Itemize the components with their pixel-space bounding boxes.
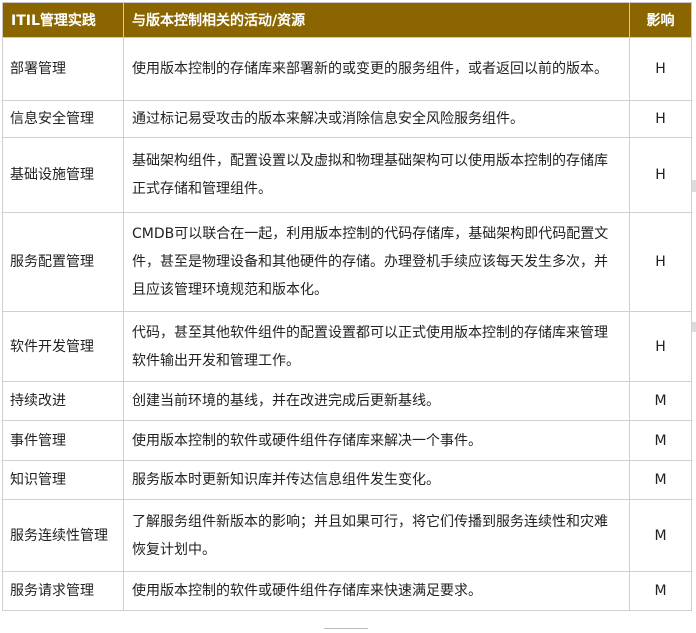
page-bottom-mark	[324, 628, 368, 633]
table-row: 服务连续性管理 了解服务组件新版本的影响；并且如果可行，将它们传播到服务连续性和…	[2, 499, 692, 572]
activity-cell: 基础架构组件，配置设置以及虚拟和物理基础架构可以使用版本控制的存储库正式存储和管…	[123, 137, 630, 213]
table-row: 知识管理 服务版本时更新知识库并传达信息组件发生变化。 M	[2, 460, 692, 500]
header-impact: 影响	[629, 2, 692, 38]
practice-cell: 知识管理	[2, 460, 124, 500]
table-header: ITIL管理实践 与版本控制相关的活动/资源 影响	[2, 2, 692, 38]
impact-cell: H	[629, 137, 692, 213]
impact-cell: M	[629, 499, 692, 572]
practice-cell: 服务连续性管理	[2, 499, 124, 572]
table-row: 事件管理 使用版本控制的软件或硬件组件存储库来解决一个事件。 M	[2, 420, 692, 461]
table-row: 基础设施管理 基础架构组件，配置设置以及虚拟和物理基础架构可以使用版本控制的存储…	[2, 137, 692, 213]
itil-version-control-table: ITIL管理实践 与版本控制相关的活动/资源 影响 部署管理 使用版本控制的存储…	[2, 2, 692, 611]
practice-cell: 软件开发管理	[2, 311, 124, 382]
table-row: 部署管理 使用版本控制的存储库来部署新的或变更的服务组件，或者返回以前的版本。 …	[2, 37, 692, 101]
practice-cell: 部署管理	[2, 37, 124, 101]
header-row: ITIL管理实践 与版本控制相关的活动/资源 影响	[2, 2, 692, 38]
impact-cell: H	[629, 100, 692, 138]
table-row: 服务配置管理 CMDB可以联合在一起，利用版本控制的代码存储库，基础架构即代码配…	[2, 212, 692, 312]
activity-cell: 通过标记易受攻击的版本来解决或消除信息安全风险服务组件。	[123, 100, 630, 138]
practice-cell: 信息安全管理	[2, 100, 124, 138]
header-activity: 与版本控制相关的活动/资源	[123, 2, 630, 38]
table-row: 持续改进 创建当前环境的基线，并在改进完成后更新基线。 M	[2, 381, 692, 421]
activity-cell: 代码，甚至其他软件组件的配置设置都可以正式使用版本控制的存储库来管理软件输出开发…	[123, 311, 630, 382]
activity-cell: 使用版本控制的软件或硬件组件存储库来解决一个事件。	[123, 420, 630, 461]
page-edge-mark	[692, 322, 696, 332]
practice-cell: 基础设施管理	[2, 137, 124, 213]
activity-cell: 使用版本控制的存储库来部署新的或变更的服务组件，或者返回以前的版本。	[123, 37, 630, 101]
practice-cell: 持续改进	[2, 381, 124, 421]
activity-cell: 了解服务组件新版本的影响；并且如果可行，将它们传播到服务连续性和灾难恢复计划中。	[123, 499, 630, 572]
header-practice: ITIL管理实践	[2, 2, 124, 38]
impact-cell: M	[629, 420, 692, 461]
activity-cell: CMDB可以联合在一起，利用版本控制的代码存储库，基础架构即代码配置文件，甚至是…	[123, 212, 630, 312]
impact-cell: H	[629, 311, 692, 382]
practice-cell: 事件管理	[2, 420, 124, 461]
table-row: 服务请求管理 使用版本控制的软件或硬件组件存储库来快速满足要求。 M	[2, 571, 692, 611]
impact-cell: M	[629, 381, 692, 421]
practice-cell: 服务请求管理	[2, 571, 124, 611]
impact-cell: M	[629, 571, 692, 611]
activity-cell: 使用版本控制的软件或硬件组件存储库来快速满足要求。	[123, 571, 630, 611]
table-row: 信息安全管理 通过标记易受攻击的版本来解决或消除信息安全风险服务组件。 H	[2, 100, 692, 138]
table-row: 软件开发管理 代码，甚至其他软件组件的配置设置都可以正式使用版本控制的存储库来管…	[2, 311, 692, 382]
page-edge-mark	[692, 180, 696, 192]
table-body: 部署管理 使用版本控制的存储库来部署新的或变更的服务组件，或者返回以前的版本。 …	[2, 37, 692, 611]
impact-cell: H	[629, 37, 692, 101]
activity-cell: 服务版本时更新知识库并传达信息组件发生变化。	[123, 460, 630, 500]
impact-cell: H	[629, 212, 692, 312]
practice-cell: 服务配置管理	[2, 212, 124, 312]
activity-cell: 创建当前环境的基线，并在改进完成后更新基线。	[123, 381, 630, 421]
impact-cell: M	[629, 460, 692, 500]
